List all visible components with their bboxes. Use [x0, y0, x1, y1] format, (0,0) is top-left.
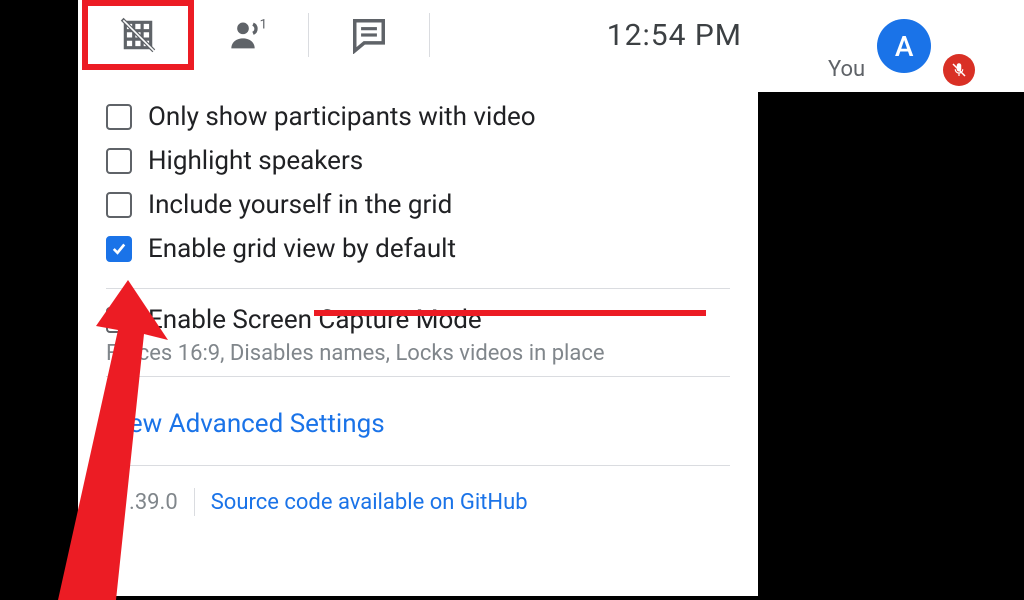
checkbox-only-video[interactable] — [106, 104, 132, 130]
option-label: Only show participants with video — [148, 102, 536, 132]
mic-muted-badge[interactable] — [943, 54, 975, 86]
option-label: Highlight speakers — [148, 146, 363, 176]
option-screen-capture[interactable]: Enable Screen Capture Mode — [106, 303, 730, 337]
participant-count: 1 — [260, 17, 268, 32]
divider — [106, 376, 730, 377]
annotation-underline — [314, 310, 706, 316]
option-label: Include yourself in the grid — [148, 190, 452, 220]
chat-button[interactable] — [319, 0, 419, 70]
checkbox-enable-grid-default[interactable] — [106, 236, 132, 262]
participants-button[interactable]: 1 — [198, 0, 298, 70]
divider — [106, 288, 730, 289]
toolbar-divider-2 — [429, 13, 430, 57]
screen-capture-section: Enable Screen Capture Mode Forces 16:9, … — [78, 266, 758, 391]
options-list: Only show participants with video Highli… — [78, 70, 758, 266]
option-highlight-speakers[interactable]: Highlight speakers — [106, 144, 730, 178]
checkbox-screen-capture[interactable] — [106, 307, 132, 333]
option-include-yourself[interactable]: Include yourself in the grid — [106, 188, 730, 222]
settings-panel: 1 12:54 PM Only show participants with v… — [78, 0, 758, 596]
clock: 12:54 PM — [607, 18, 742, 53]
advanced-section: View Advanced Settings v1.39.0 Source co… — [78, 391, 758, 524]
source-code-link[interactable]: Source code available on GitHub — [211, 490, 528, 515]
checkbox-highlight-speakers[interactable] — [106, 148, 132, 174]
toolbar-divider — [308, 13, 309, 57]
option-label: Enable grid view by default — [148, 234, 456, 264]
people-icon: 1 — [226, 15, 270, 55]
mic-off-icon — [950, 61, 968, 79]
checkbox-include-yourself[interactable] — [106, 192, 132, 218]
option-only-video[interactable]: Only show participants with video — [106, 100, 730, 134]
toolbar: 1 12:54 PM — [78, 0, 758, 70]
view-advanced-settings-link[interactable]: View Advanced Settings — [106, 391, 730, 455]
footer-divider — [194, 488, 195, 516]
screen-capture-caption: Forces 16:9, Disables names, Locks video… — [106, 337, 730, 366]
user-tile: You A — [758, 0, 1024, 92]
grid-off-icon — [118, 16, 158, 54]
you-label: You — [828, 57, 865, 92]
avatar[interactable]: A — [877, 19, 931, 73]
divider — [106, 465, 730, 466]
footer: v1.39.0 Source code available on GitHub — [106, 480, 730, 524]
option-enable-grid-default[interactable]: Enable grid view by default — [106, 232, 730, 266]
chat-icon — [350, 16, 388, 54]
version-label: v1.39.0 — [106, 490, 178, 515]
grid-view-button[interactable] — [82, 0, 194, 70]
